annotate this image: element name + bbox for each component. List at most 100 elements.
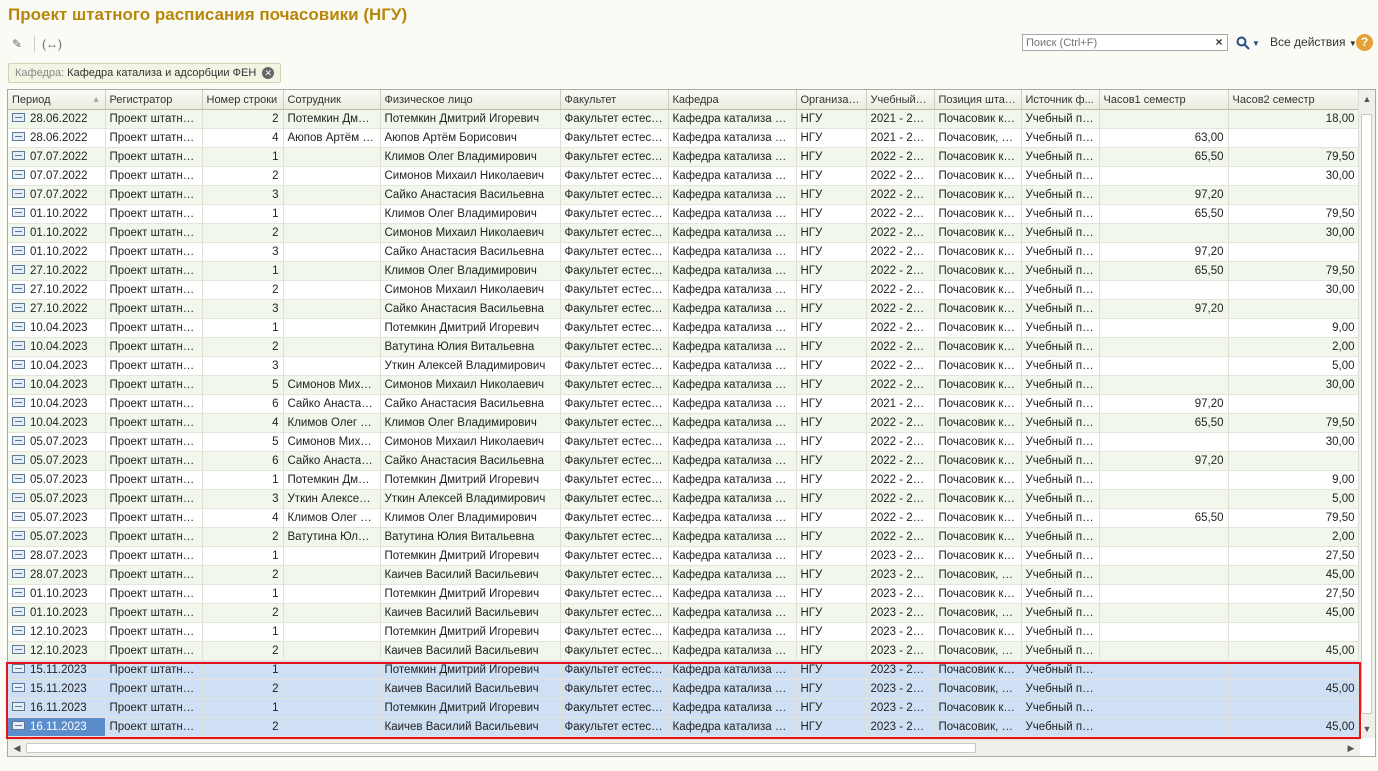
table-cell[interactable]: Кафедра катализа и а... [668, 109, 797, 129]
table-cell[interactable]: 2022 - 2023 [866, 223, 935, 243]
table-cell[interactable]: Почасовик, Н... [934, 565, 1022, 585]
table-cell[interactable]: 27.10.2022 [8, 280, 106, 300]
table-cell[interactable]: 28.06.2022 [8, 128, 106, 148]
table-cell[interactable]: 07.07.2022 [8, 166, 106, 186]
table-cell[interactable]: 30,00 [1228, 166, 1360, 186]
table-cell[interactable]: Проект штатног... [105, 603, 203, 623]
table-cell[interactable]: 2 [202, 717, 284, 737]
table-cell[interactable]: Факультет естест... [560, 166, 669, 186]
table-cell[interactable]: Проект штатног... [105, 337, 203, 357]
table-row[interactable]: 05.07.2023 Проект штатног... 2 Ватутина Юли… [8, 527, 1360, 547]
table-cell[interactable]: НГУ [796, 508, 867, 528]
table-cell[interactable]: Кафедра катализа и а... [668, 223, 797, 243]
table-cell[interactable]: Проект штатног... [105, 546, 203, 566]
table-cell[interactable]: Проект штатног... [105, 413, 203, 433]
table-cell[interactable] [1228, 622, 1360, 642]
table-cell[interactable]: 01.10.2022 [8, 204, 106, 224]
table-cell[interactable]: НГУ [796, 204, 867, 224]
table-cell[interactable]: 5 [202, 375, 284, 395]
table-cell[interactable]: НГУ [796, 166, 867, 186]
table-cell[interactable]: НГУ [796, 413, 867, 433]
table-cell[interactable]: Учебный пр... [1021, 565, 1100, 585]
table-cell[interactable]: Учебный пр... [1021, 261, 1100, 281]
table-cell[interactable]: Кафедра катализа и а... [668, 698, 797, 718]
column-header[interactable]: Регистратор [105, 90, 203, 110]
table-cell[interactable] [1099, 622, 1229, 642]
table-cell[interactable]: 1 [202, 147, 284, 167]
table-row[interactable]: 28.07.2023 Проект штатног... 2 Каичев Васил… [8, 565, 1360, 585]
table-cell[interactable]: Почасовик к.н... [934, 109, 1022, 129]
table-cell[interactable]: Учебный пр... [1021, 166, 1100, 186]
table-cell[interactable] [1099, 318, 1229, 338]
table-cell[interactable]: Проект штатног... [105, 109, 203, 129]
table-cell[interactable]: 10.04.2023 [8, 337, 106, 357]
table-cell[interactable]: Проект штатног... [105, 584, 203, 604]
table-cell[interactable]: Кафедра катализа и а... [668, 166, 797, 186]
table-cell[interactable] [283, 660, 381, 680]
table-cell[interactable]: Кафедра катализа и а... [668, 470, 797, 490]
table-cell[interactable]: Кафедра катализа и а... [668, 508, 797, 528]
table-cell[interactable]: 2 [202, 166, 284, 186]
table-cell[interactable]: Факультет естест... [560, 280, 669, 300]
table-cell[interactable]: Учебный пр... [1021, 451, 1100, 471]
column-header[interactable]: Организац... [796, 90, 867, 110]
table-cell[interactable]: Кафедра катализа и а... [668, 679, 797, 699]
table-cell[interactable]: 01.10.2023 [8, 584, 106, 604]
table-cell[interactable]: НГУ [796, 546, 867, 566]
table-cell[interactable]: Проект штатног... [105, 641, 203, 661]
table-cell[interactable]: Почасовик к.н... [934, 375, 1022, 395]
table-cell[interactable]: Учебный пр... [1021, 242, 1100, 262]
table-row[interactable]: 28.06.2022 Проект штатног... 4 Аюпов Артём … [8, 128, 1360, 148]
table-cell[interactable]: Аюпов Артём Борисович [380, 128, 561, 148]
column-header[interactable]: Источник ф... [1021, 90, 1100, 110]
table-cell[interactable] [283, 584, 381, 604]
table-cell[interactable] [1099, 660, 1229, 680]
table-cell[interactable]: Учебный пр... [1021, 527, 1100, 547]
table-row[interactable]: 07.07.2022 Проект штатног... 3 Сайко Анаста… [8, 185, 1360, 205]
table-cell[interactable]: НГУ [796, 717, 867, 737]
table-cell[interactable]: 2022 - 2023 [866, 432, 935, 452]
link-arrows-icon[interactable]: (↔) [42, 35, 62, 53]
table-cell[interactable]: Кафедра катализа и а... [668, 204, 797, 224]
table-cell[interactable]: Проект штатног... [105, 698, 203, 718]
table-cell[interactable]: Кафедра катализа и а... [668, 147, 797, 167]
table-cell[interactable]: Почасовик к.н... [934, 527, 1022, 547]
scroll-right-icon[interactable]: ▶ [1344, 740, 1358, 756]
table-cell[interactable] [1228, 242, 1360, 262]
column-header[interactable]: Физическое лицо [380, 90, 561, 110]
table-row[interactable]: 07.07.2022 Проект штатног... 1 Климов Олег … [8, 147, 1360, 167]
table-row[interactable]: 05.07.2023 Проект штатног... 6 Сайко Анаста… [8, 451, 1360, 471]
column-header[interactable]: Сотрудник [283, 90, 381, 110]
table-cell[interactable]: НГУ [796, 489, 867, 509]
table-cell[interactable]: Учебный пр... [1021, 622, 1100, 642]
table-row[interactable]: 01.10.2023 Проект штатног... 2 Каичев Васил… [8, 603, 1360, 623]
column-header[interactable]: Период ▲ [8, 90, 106, 110]
table-cell[interactable]: Факультет естест... [560, 641, 669, 661]
table-cell[interactable]: Проект штатног... [105, 394, 203, 414]
table-cell[interactable]: Климов Олег Владимирович [380, 508, 561, 528]
table-cell[interactable]: 28.06.2022 [8, 109, 106, 129]
table-cell[interactable] [1099, 603, 1229, 623]
table-cell[interactable]: Кафедра катализа и а... [668, 280, 797, 300]
table-cell[interactable]: Факультет естест... [560, 584, 669, 604]
vertical-scrollbar[interactable]: ▲ ▼ [1358, 90, 1375, 738]
table-cell[interactable]: 2 [202, 280, 284, 300]
table-cell[interactable]: 2022 - 2023 [866, 242, 935, 262]
table-cell[interactable]: Кафедра катализа и а... [668, 375, 797, 395]
table-cell[interactable]: Учебный пр... [1021, 223, 1100, 243]
table-cell[interactable]: Проект штатног... [105, 470, 203, 490]
scroll-thumb[interactable] [1361, 114, 1372, 714]
table-cell[interactable]: 2022 - 2023 [866, 508, 935, 528]
table-cell[interactable]: 97,20 [1099, 299, 1229, 319]
table-cell[interactable]: Почасовик к.н... [934, 261, 1022, 281]
table-cell[interactable]: 97,20 [1099, 242, 1229, 262]
table-cell[interactable]: 2023 - 2024 [866, 622, 935, 642]
table-cell[interactable]: Проект штатног... [105, 261, 203, 281]
table-cell[interactable]: НГУ [796, 261, 867, 281]
table-cell[interactable] [283, 641, 381, 661]
table-cell[interactable]: 1 [202, 622, 284, 642]
table-cell[interactable]: НГУ [796, 622, 867, 642]
table-cell[interactable]: 30,00 [1228, 375, 1360, 395]
table-cell[interactable]: Факультет естест... [560, 242, 669, 262]
table-cell[interactable]: 65,50 [1099, 508, 1229, 528]
